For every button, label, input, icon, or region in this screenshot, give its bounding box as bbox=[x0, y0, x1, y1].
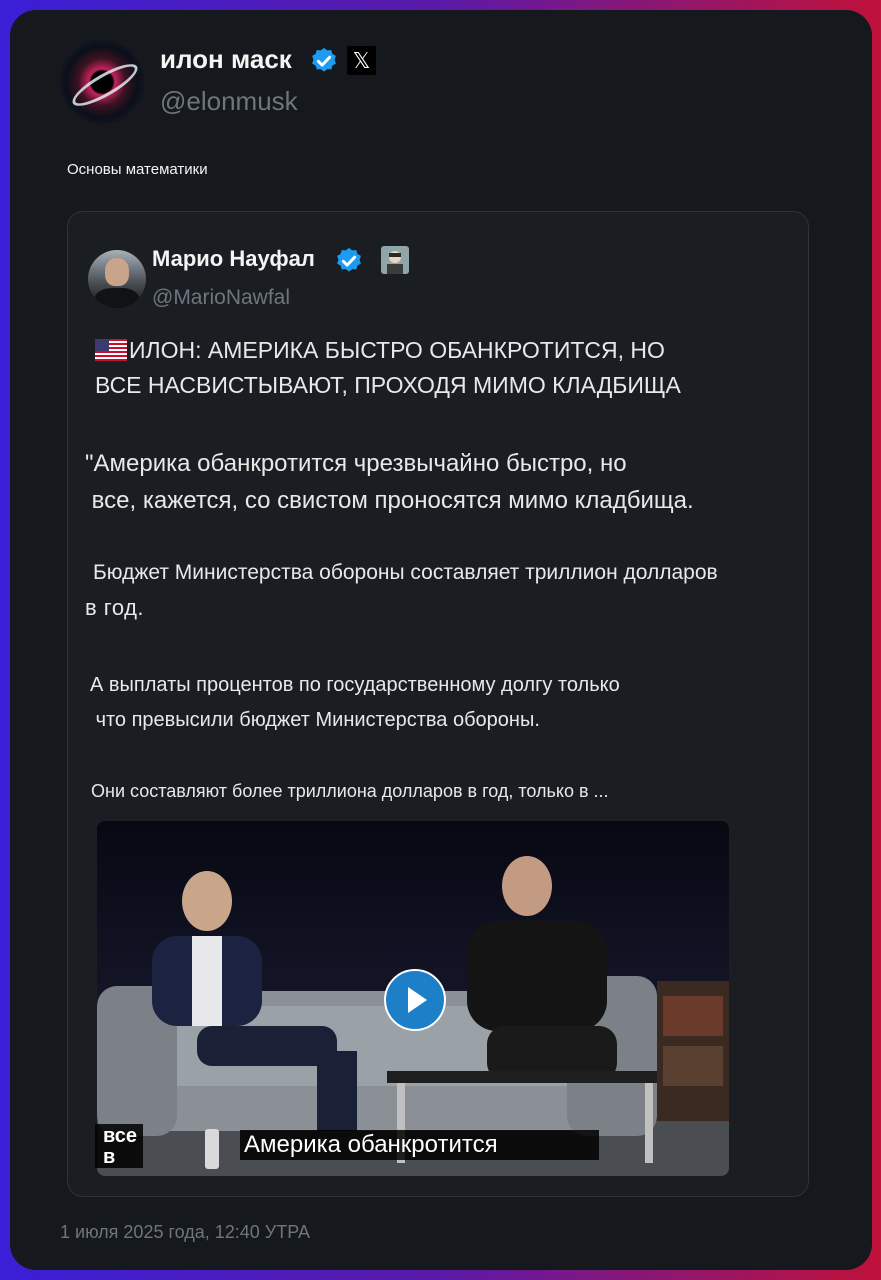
x-logo-icon: 𝕏 bbox=[347, 46, 376, 75]
caption-side-line-2: в bbox=[103, 1146, 116, 1168]
caption-side-line-1: все bbox=[103, 1125, 138, 1147]
budget-line-2: в год. bbox=[85, 595, 145, 620]
quoted-author-avatar[interactable] bbox=[88, 250, 146, 308]
author-handle[interactable]: @elonmusk bbox=[160, 86, 298, 117]
play-icon bbox=[408, 987, 427, 1013]
tweet-text: Основы математики bbox=[67, 161, 208, 178]
quote-line-1: "Америка обанкротится чрезвычайно быстро… bbox=[85, 450, 627, 477]
quoted-author-name[interactable]: Марио Науфал bbox=[152, 246, 315, 272]
interest-paragraph: А выплаты процентов по государственному … bbox=[90, 668, 620, 738]
interest-line-1: А выплаты процентов по государственному … bbox=[90, 674, 620, 696]
play-button[interactable] bbox=[384, 969, 446, 1031]
quoted-author-handle[interactable]: @MarioNawfal bbox=[152, 286, 290, 310]
quote-line-2: все, кажется, со свистом проносятся мимо… bbox=[91, 487, 694, 514]
author-name[interactable]: илон маск bbox=[160, 44, 292, 75]
author-avatar[interactable] bbox=[60, 40, 144, 124]
quoted-headline: ИЛОН: АМЕРИКА БЫСТРО ОБАНКРОТИТСЯ, НО ВС… bbox=[95, 333, 681, 403]
quoted-quote: "Америка обанкротится чрезвычайно быстро… bbox=[85, 445, 694, 519]
verified-badge-icon bbox=[337, 247, 361, 272]
verified-badge-icon bbox=[312, 47, 336, 72]
video-caption-side: все в bbox=[95, 1124, 144, 1168]
interest-line-2: что превысили бюджет Министерства оборон… bbox=[95, 709, 540, 731]
headline-line-1: ИЛОН: АМЕРИКА БЫСТРО ОБАНКРОТИТСЯ, НО bbox=[129, 337, 665, 363]
profile-badge-icon bbox=[381, 246, 409, 274]
us-flag-icon bbox=[95, 339, 127, 361]
truncated-text[interactable]: Они составляют более триллиона долларов … bbox=[91, 781, 609, 802]
video-caption: Америка обанкротится bbox=[240, 1130, 599, 1160]
tweet-timestamp[interactable]: 1 июля 2025 года, 12:40 УТРА bbox=[60, 1222, 310, 1243]
budget-line-1: Бюджет Министерства обороны составляет т… bbox=[93, 561, 718, 584]
headline-line-2: ВСЕ НАСВИСТЫВАЮТ, ПРОХОДЯ МИМО КЛАДБИЩА bbox=[95, 372, 681, 398]
